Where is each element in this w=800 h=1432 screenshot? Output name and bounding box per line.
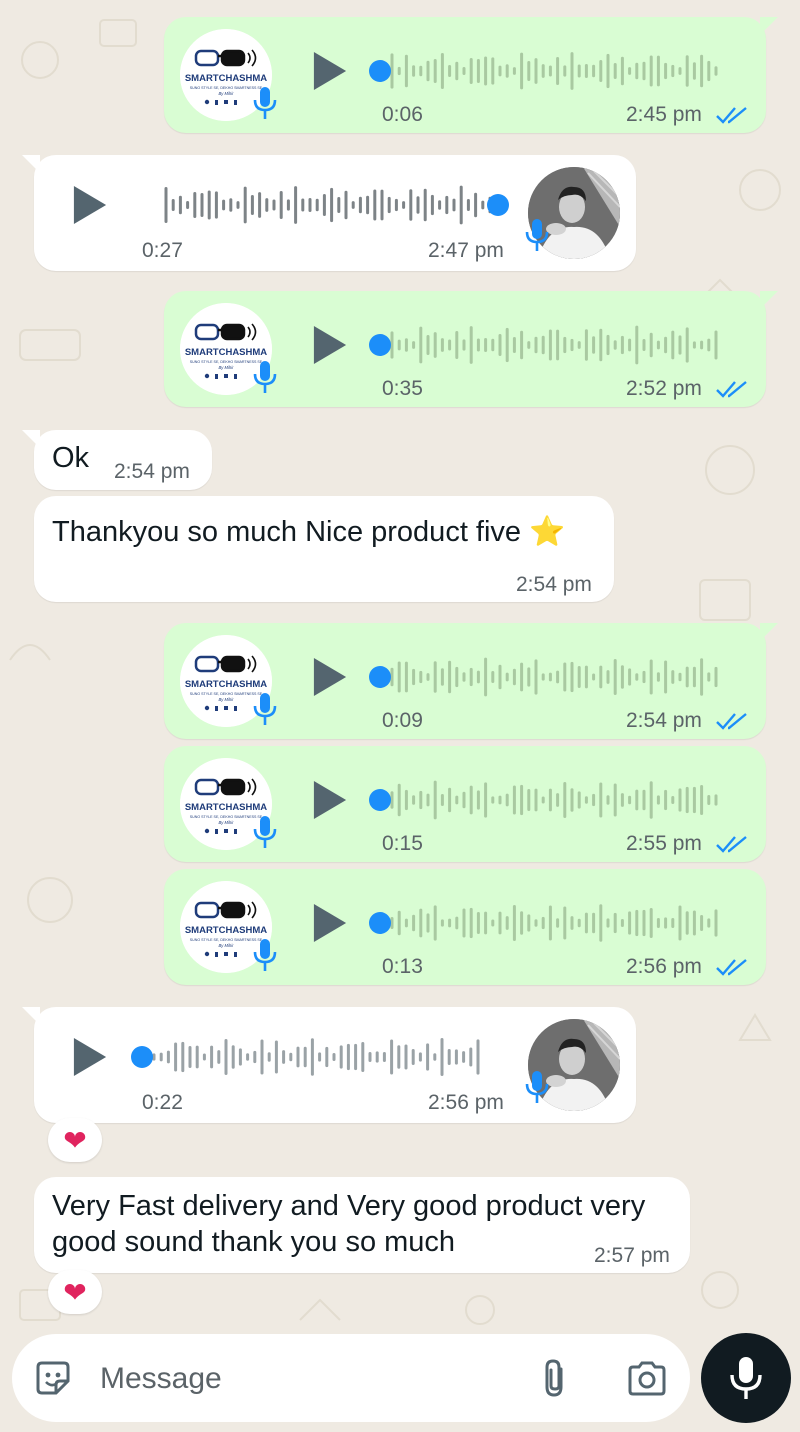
voice-duration: 0:15 bbox=[382, 832, 423, 855]
voice-note-mic-icon bbox=[253, 691, 277, 727]
message-text: Thankyou so much Nice product five ⭐ bbox=[52, 516, 566, 548]
voice-note-mic-icon bbox=[525, 1069, 549, 1105]
playback-position-dot[interactable] bbox=[369, 789, 391, 811]
play-button[interactable] bbox=[312, 49, 348, 93]
message-text: Ok bbox=[52, 442, 90, 474]
voice-duration: 0:22 bbox=[142, 1091, 183, 1114]
voice-waveform[interactable] bbox=[368, 323, 738, 367]
message-timestamp: 2:54 pm bbox=[114, 460, 190, 483]
voice-waveform[interactable] bbox=[368, 49, 738, 93]
read-receipt-icon bbox=[716, 380, 748, 398]
message-timestamp: 2:47 pm bbox=[428, 239, 504, 262]
voice-note-mic-icon bbox=[253, 85, 277, 121]
heart-reaction[interactable]: ❤ bbox=[48, 1270, 102, 1314]
playback-position-dot[interactable] bbox=[369, 912, 391, 934]
camera-icon[interactable] bbox=[626, 1360, 668, 1398]
message-timestamp: 2:45 pm bbox=[626, 103, 702, 126]
mic-icon bbox=[730, 1357, 762, 1399]
voice-duration: 0:27 bbox=[142, 239, 183, 262]
play-button[interactable] bbox=[312, 778, 348, 822]
incoming-text-message: Thankyou so much Nice product five ⭐ 2:5… bbox=[34, 496, 614, 602]
read-receipt-icon bbox=[716, 835, 748, 853]
voice-duration: 0:09 bbox=[382, 709, 423, 732]
read-receipt-icon bbox=[716, 106, 748, 124]
message-timestamp: 2:56 pm bbox=[626, 955, 702, 978]
voice-note-mic-icon bbox=[525, 217, 549, 253]
voice-duration: 0:06 bbox=[382, 103, 423, 126]
read-receipt-icon bbox=[716, 712, 748, 730]
voice-note-mic-icon bbox=[253, 937, 277, 973]
message-timestamp: 2:54 pm bbox=[626, 709, 702, 732]
voice-waveform[interactable] bbox=[368, 901, 738, 945]
play-button[interactable] bbox=[312, 901, 348, 945]
playback-position-dot[interactable] bbox=[369, 334, 391, 356]
voice-note-mic-icon bbox=[253, 814, 277, 850]
message-composer: Message bbox=[12, 1334, 690, 1422]
incoming-voice-message: 0:22 2:56 pm bbox=[22, 1007, 636, 1123]
outgoing-voice-message: 0:35 2:52 pm bbox=[164, 291, 778, 407]
message-timestamp: 2:54 pm bbox=[516, 573, 592, 596]
incoming-text-message: Ok 2:54 pm bbox=[22, 430, 212, 490]
message-input[interactable]: Message bbox=[100, 1362, 222, 1396]
outgoing-voice-message: 0:13 2:56 pm bbox=[164, 869, 766, 985]
message-timestamp: 2:52 pm bbox=[626, 377, 702, 400]
voice-note-mic-icon bbox=[253, 359, 277, 395]
voice-duration: 0:13 bbox=[382, 955, 423, 978]
play-button[interactable] bbox=[312, 655, 348, 699]
voice-duration: 0:35 bbox=[382, 377, 423, 400]
record-voice-button[interactable] bbox=[701, 1333, 791, 1423]
outgoing-voice-message: 0:06 2:45 pm bbox=[164, 17, 778, 133]
message-timestamp: 2:57 pm bbox=[594, 1244, 670, 1267]
playback-position-dot[interactable] bbox=[369, 60, 391, 82]
message-timestamp: 2:55 pm bbox=[626, 832, 702, 855]
play-button[interactable] bbox=[72, 183, 108, 227]
sticker-icon[interactable] bbox=[32, 1357, 74, 1399]
voice-waveform[interactable] bbox=[130, 1035, 500, 1079]
chat-area: 0:06 2:45 pm 0:27 2:47 pm 0:35 2:52 pm O… bbox=[0, 0, 800, 1432]
voice-waveform[interactable] bbox=[368, 778, 738, 822]
message-timestamp: 2:56 pm bbox=[428, 1091, 504, 1114]
playback-position-dot[interactable] bbox=[487, 194, 509, 216]
playback-position-dot[interactable] bbox=[369, 666, 391, 688]
attach-icon[interactable] bbox=[540, 1357, 570, 1399]
voice-waveform[interactable] bbox=[368, 655, 738, 699]
play-button[interactable] bbox=[72, 1035, 108, 1079]
outgoing-voice-message: 0:15 2:55 pm bbox=[164, 746, 766, 862]
heart-reaction[interactable]: ❤ bbox=[48, 1118, 102, 1162]
incoming-text-message: Very Fast delivery and Very good product… bbox=[34, 1177, 690, 1273]
voice-waveform[interactable] bbox=[142, 183, 512, 227]
message-text-line: good sound thank you so much bbox=[52, 1226, 456, 1258]
playback-position-dot[interactable] bbox=[131, 1046, 153, 1068]
outgoing-voice-message: 0:09 2:54 pm bbox=[164, 623, 778, 739]
message-text-line: Very Fast delivery and Very good product… bbox=[52, 1190, 646, 1222]
incoming-voice-message: 0:27 2:47 pm bbox=[22, 155, 636, 271]
read-receipt-icon bbox=[716, 958, 748, 976]
play-button[interactable] bbox=[312, 323, 348, 367]
